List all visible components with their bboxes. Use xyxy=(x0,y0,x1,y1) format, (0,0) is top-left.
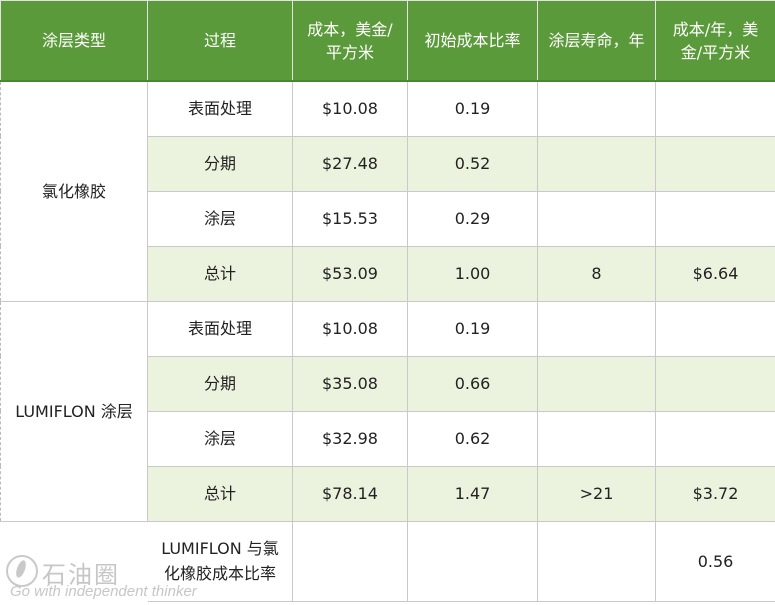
header-initial-ratio: 初始成本比率 xyxy=(407,0,538,82)
cost-cell: $35.08 xyxy=(292,355,408,412)
cost-cell: $15.53 xyxy=(292,190,408,247)
ratio-cell: 0.19 xyxy=(407,300,538,357)
header-coating-type: 涂层类型 xyxy=(0,0,148,82)
header-row: 涂层类型 过程 成本，美金/平方米 初始成本比率 涂层寿命，年 成本/年，美金/… xyxy=(0,0,775,82)
process-cell: 分期 xyxy=(147,355,293,412)
ratio-cell: 0.52 xyxy=(407,135,538,192)
per-year-cell xyxy=(655,135,775,192)
cost-cell: $27.48 xyxy=(292,135,408,192)
life-cell xyxy=(537,135,656,192)
per-year-cell xyxy=(655,300,775,357)
process-cell: 总计 xyxy=(147,245,293,302)
ratio-empty-cell xyxy=(0,520,148,602)
ratio-label: LUMIFLON 与氯化橡胶成本比率 xyxy=(147,520,293,602)
per-year-cell: $3.72 xyxy=(655,465,775,522)
cost-cell: $32.98 xyxy=(292,410,408,467)
ratio-empty-cell xyxy=(292,520,408,602)
cost-cell: $10.08 xyxy=(292,80,408,137)
table-row: LUMIFLON 涂层 表面处理 $10.08 0.19 xyxy=(0,300,775,522)
life-cell: 8 xyxy=(537,245,656,302)
ratio-empty-cell xyxy=(537,520,656,602)
cost-cell: $10.08 xyxy=(292,300,408,357)
table-row: 氯化橡胶 表面处理 $10.08 0.19 xyxy=(0,80,775,302)
life-cell xyxy=(537,190,656,247)
process-cell: 涂层 xyxy=(147,190,293,247)
per-year-cell: $6.64 xyxy=(655,245,775,302)
process-cell: 表面处理 xyxy=(147,300,293,357)
header-process: 过程 xyxy=(147,0,293,82)
ratio-row: LUMIFLON 与氯化橡胶成本比率 0.56 xyxy=(0,520,775,602)
header-cost: 成本，美金/平方米 xyxy=(292,0,408,82)
process-cell: 表面处理 xyxy=(147,80,293,137)
group-name: LUMIFLON 涂层 xyxy=(0,300,148,522)
ratio-empty-cell xyxy=(407,520,538,602)
ratio-cell: 0.66 xyxy=(407,355,538,412)
process-cell: 涂层 xyxy=(147,410,293,467)
life-cell xyxy=(537,355,656,412)
per-year-cell xyxy=(655,190,775,247)
header-cost-per-year: 成本/年，美金/平方米 xyxy=(655,0,775,82)
ratio-cell: 0.29 xyxy=(407,190,538,247)
life-cell xyxy=(537,410,656,467)
per-year-cell xyxy=(655,410,775,467)
ratio-cell: 1.47 xyxy=(407,465,538,522)
per-year-cell xyxy=(655,80,775,137)
life-cell xyxy=(537,80,656,137)
process-cell: 总计 xyxy=(147,465,293,522)
ratio-cell: 0.19 xyxy=(407,80,538,137)
ratio-value: 0.56 xyxy=(655,520,775,602)
cost-cell: $78.14 xyxy=(292,465,408,522)
per-year-cell xyxy=(655,355,775,412)
ratio-cell: 1.00 xyxy=(407,245,538,302)
cost-cell: $53.09 xyxy=(292,245,408,302)
life-cell xyxy=(537,300,656,357)
life-cell: >21 xyxy=(537,465,656,522)
ratio-cell: 0.62 xyxy=(407,410,538,467)
cost-comparison-table: 涂层类型 过程 成本，美金/平方米 初始成本比率 涂层寿命，年 成本/年，美金/… xyxy=(0,0,775,602)
group-name: 氯化橡胶 xyxy=(0,80,148,302)
process-cell: 分期 xyxy=(147,135,293,192)
header-lifetime: 涂层寿命，年 xyxy=(537,0,656,82)
